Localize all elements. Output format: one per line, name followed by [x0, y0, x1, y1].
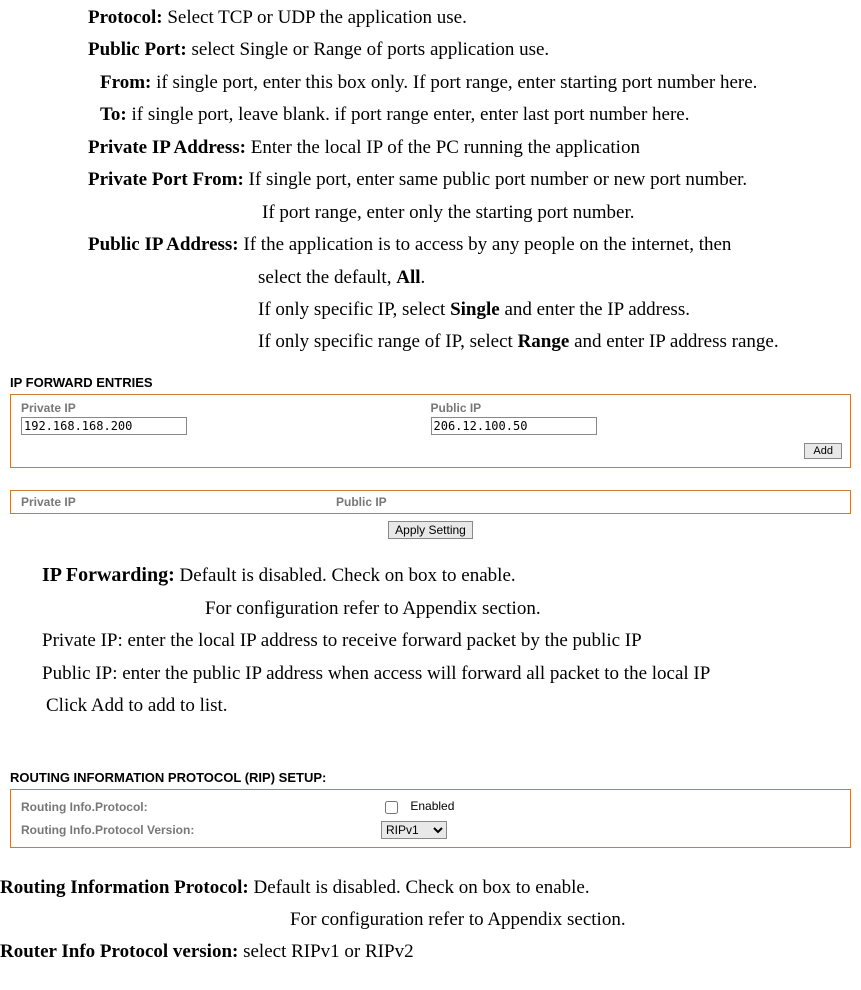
- def-from-label: From:: [100, 72, 151, 93]
- all-bold: All: [396, 267, 420, 288]
- ipforwarding-heading: IP Forwarding: Default is disabled. Chec…: [0, 560, 861, 591]
- def-publicipaddr-text1a: If the application is to access by any p…: [239, 234, 732, 255]
- ipforward-table-header: Private IP Public IP: [10, 490, 851, 514]
- table-col-privateip: Private IP: [21, 495, 336, 509]
- publicip-input[interactable]: [431, 417, 597, 435]
- apply-button[interactable]: Apply Setting: [388, 521, 473, 539]
- ipforwarding-heading-text: Default is disabled. Check on box to ena…: [175, 565, 516, 586]
- rip-def-heading-text: Default is disabled. Check on box to ena…: [249, 877, 590, 898]
- def-publicipaddr-text3b: and enter IP address range.: [569, 331, 778, 352]
- rip-form: Routing Info.Protocol: Enabled Routing I…: [10, 789, 851, 848]
- ipforwarding-line2: For configuration refer to Appendix sect…: [0, 594, 861, 623]
- ipforwarding-clickadd: Click Add to add to list.: [0, 691, 861, 720]
- def-publicipaddr-text2a: If only specific IP, select: [258, 299, 450, 320]
- def-publicipaddr-label: Public IP Address:: [88, 234, 239, 255]
- table-col-publicip: Public IP: [336, 495, 840, 509]
- def-privateportfrom-label: Private Port From:: [88, 169, 244, 190]
- ipforward-heading: IP FORWARD ENTRIES: [10, 375, 861, 390]
- period1: .: [421, 267, 426, 288]
- rip-def-version-text: select RIPv1 or RIPv2: [238, 941, 413, 962]
- privateip-input[interactable]: [21, 417, 187, 435]
- rip-def-heading-label: Routing Information Protocol:: [0, 877, 249, 898]
- def-privateportfrom: Private Port From: If single port, enter…: [0, 165, 861, 194]
- def-privateip: Private IP Address: Enter the local IP o…: [0, 133, 861, 162]
- def-from: From: if single port, enter this box onl…: [0, 68, 861, 97]
- def-privateportfrom-text: If single port, enter same public port n…: [244, 169, 747, 190]
- rip-enabled-checkbox[interactable]: [385, 801, 398, 814]
- def-privateip-label: Private IP Address:: [88, 137, 246, 158]
- single-bold: Single: [450, 299, 500, 320]
- def-publicipaddr-text2b: and enter the IP address.: [500, 299, 690, 320]
- def-protocol-text: Select TCP or UDP the application use.: [163, 7, 467, 28]
- def-publicport-text: select Single or Range of ports applicat…: [187, 39, 550, 60]
- def-protocol-label: Protocol:: [88, 7, 163, 28]
- rip-def-heading: Routing Information Protocol: Default is…: [0, 873, 861, 902]
- def-publicipaddr-text3a: If only specific range of IP, select: [258, 331, 518, 352]
- rip-def-version: Router Info Protocol version: select RIP…: [0, 937, 861, 966]
- def-privateportfrom-cont: If port range, enter only the starting p…: [0, 198, 861, 227]
- rip-row1-label: Routing Info.Protocol:: [21, 800, 381, 814]
- def-publicipaddr-cont3: If only specific range of IP, select Ran…: [0, 327, 861, 356]
- range-bold: Range: [518, 331, 570, 352]
- privateip-label: Private IP: [21, 401, 431, 415]
- rip-row2-label: Routing Info.Protocol Version:: [21, 823, 381, 837]
- def-to-text: if single port, leave blank. if port ran…: [127, 104, 690, 125]
- def-publicipaddr-text1b: select the default,: [258, 267, 396, 288]
- rip-heading: ROUTING INFORMATION PROTOCOL (RIP) SETUP…: [10, 770, 861, 785]
- ipforwarding-heading-label: IP Forwarding:: [42, 564, 175, 586]
- def-publicipaddr-cont2: If only specific IP, select Single and e…: [0, 295, 861, 324]
- add-button[interactable]: Add: [804, 443, 842, 459]
- def-publicport-label: Public Port:: [88, 39, 187, 60]
- def-publicipaddr-cont1: select the default, All.: [0, 263, 861, 292]
- ipforwarding-publicip: Public IP: enter the public IP address w…: [0, 659, 861, 688]
- ipforward-form: Private IP Public IP Add: [10, 394, 851, 468]
- rip-version-select[interactable]: RIPv1: [381, 821, 447, 839]
- rip-enabled-text: Enabled: [410, 799, 454, 813]
- def-publicport: Public Port: select Single or Range of p…: [0, 35, 861, 64]
- rip-def-line2: For configuration refer to Appendix sect…: [0, 905, 861, 934]
- def-privateip-text: Enter the local IP of the PC running the…: [246, 137, 640, 158]
- def-publicipaddr: Public IP Address: If the application is…: [0, 230, 861, 259]
- rip-def-version-label: Router Info Protocol version:: [0, 941, 238, 962]
- publicip-label: Public IP: [431, 401, 841, 415]
- def-protocol: Protocol: Select TCP or UDP the applicat…: [0, 3, 861, 32]
- def-to-label: To:: [100, 104, 127, 125]
- def-from-text: if single port, enter this box only. If …: [151, 72, 757, 93]
- ipforwarding-privateip: Private IP: enter the local IP address t…: [0, 626, 861, 655]
- def-to: To: if single port, leave blank. if port…: [0, 100, 861, 129]
